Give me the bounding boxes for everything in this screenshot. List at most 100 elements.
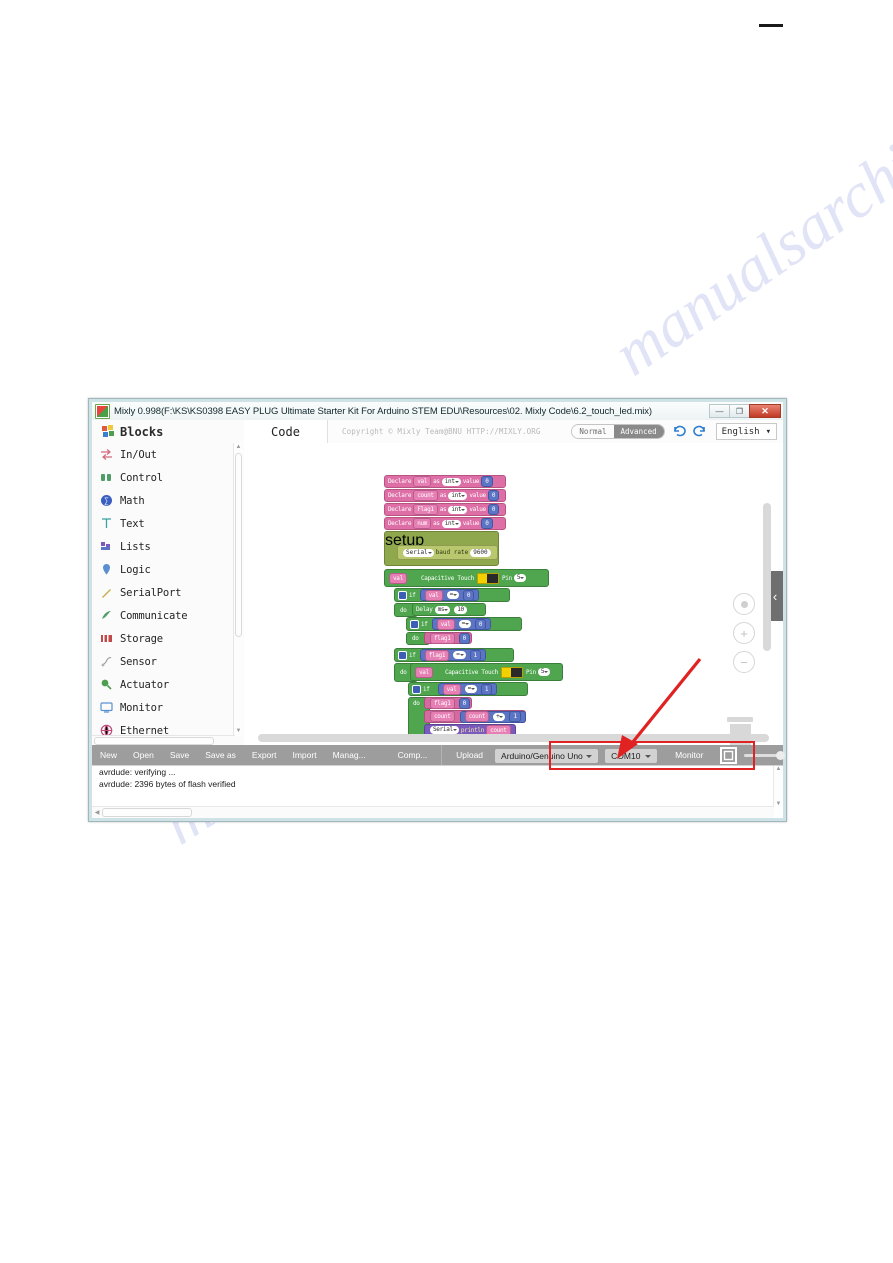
- canvas-vertical-scrollbar[interactable]: [763, 503, 771, 651]
- value-field[interactable]: 0: [487, 490, 500, 501]
- variable-name-field[interactable]: num: [413, 518, 432, 529]
- zoom-in-button[interactable]: +: [733, 622, 755, 644]
- if-block-1[interactable]: if val = 0: [394, 588, 510, 602]
- comparison-block[interactable]: val = 0: [431, 618, 492, 630]
- setup-block[interactable]: setup Serial baud rate 9600: [384, 531, 499, 566]
- mode-toggle[interactable]: Normal Advanced: [571, 424, 665, 439]
- scroll-up-icon[interactable]: ▲: [774, 766, 783, 772]
- close-button[interactable]: ✕: [749, 404, 781, 418]
- comparison-block[interactable]: val = 0: [419, 589, 480, 601]
- gear-icon[interactable]: [410, 619, 419, 629]
- scroll-up-icon[interactable]: ▲: [235, 443, 242, 452]
- pin-dropdown[interactable]: 5: [513, 574, 527, 582]
- manage-button[interactable]: Manag...: [325, 745, 374, 766]
- compile-button[interactable]: Comp...: [390, 745, 436, 766]
- sidebar-item-control[interactable]: Control: [92, 466, 235, 489]
- new-button[interactable]: New: [92, 745, 125, 766]
- right-operand[interactable]: 1: [469, 649, 481, 661]
- value-field[interactable]: 0: [487, 504, 500, 515]
- operator-dropdown[interactable]: =: [446, 591, 459, 599]
- scroll-down-icon[interactable]: ▼: [774, 801, 783, 807]
- variable-name-field[interactable]: Flag1: [413, 504, 438, 515]
- slider-knob[interactable]: [776, 751, 786, 760]
- save-button[interactable]: Save: [162, 745, 197, 766]
- right-operand[interactable]: 1: [480, 683, 493, 695]
- comparison-block[interactable]: val = 1: [437, 683, 498, 695]
- gear-icon[interactable]: [398, 650, 407, 660]
- left-operand[interactable]: val: [436, 618, 455, 630]
- chip-icon[interactable]: [720, 747, 738, 764]
- right-operand[interactable]: 1: [509, 711, 521, 722]
- undo-icon[interactable]: [672, 424, 686, 440]
- delay-value-field[interactable]: 10: [454, 605, 467, 614]
- variable-field[interactable]: flag1: [430, 697, 455, 709]
- center-icon[interactable]: [733, 593, 755, 615]
- tab-code[interactable]: Code: [244, 420, 328, 443]
- declare-block[interactable]: Declare Flag1 as int value 0: [384, 503, 506, 516]
- scrollbar-thumb[interactable]: [102, 808, 192, 817]
- zoom-slider[interactable]: [744, 751, 786, 760]
- gear-icon[interactable]: [398, 590, 407, 600]
- value-field[interactable]: 0: [458, 632, 470, 644]
- set-touch-block-1[interactable]: val Capacitive Touch Pin 5: [384, 569, 549, 587]
- sidebar-item-storage[interactable]: Storage: [92, 627, 235, 650]
- value-field[interactable]: 0: [481, 476, 493, 487]
- set-count-block[interactable]: count count + 1: [424, 710, 526, 723]
- set-flag-block-2[interactable]: flag1 0: [424, 697, 472, 709]
- operator-dropdown[interactable]: =: [458, 620, 471, 628]
- language-selector[interactable]: English ▾: [715, 423, 777, 440]
- sidebar-item-text[interactable]: Text: [92, 512, 235, 535]
- save-as-button[interactable]: Save as: [197, 745, 244, 766]
- sidebar-item-monitor[interactable]: Monitor: [92, 696, 235, 719]
- sidebar-item-serialport[interactable]: SerialPort: [92, 581, 235, 604]
- type-dropdown[interactable]: int: [448, 505, 468, 514]
- blockly-canvas[interactable]: Declare val as int value 0 Declare count…: [244, 443, 783, 745]
- value-field[interactable]: 0: [481, 518, 493, 529]
- set-flag-block-1[interactable]: flag1 0: [424, 632, 472, 644]
- canvas-horizontal-scrollbar[interactable]: [258, 734, 769, 742]
- left-operand[interactable]: val: [442, 683, 461, 695]
- variable-field[interactable]: val: [415, 666, 433, 678]
- right-operand[interactable]: 0: [462, 589, 475, 601]
- baud-rate-field[interactable]: 9600: [470, 548, 491, 557]
- variable-field[interactable]: flag1: [430, 632, 455, 644]
- variable-name-field[interactable]: count: [413, 490, 438, 501]
- variable-field[interactable]: val: [389, 572, 407, 584]
- delay-unit-dropdown[interactable]: ms: [434, 605, 451, 614]
- console-horizontal-scrollbar[interactable]: ◀: [92, 806, 774, 818]
- operator-dropdown[interactable]: =: [453, 651, 466, 659]
- type-dropdown[interactable]: int: [441, 477, 461, 486]
- sidebar-item-logic[interactable]: Logic: [92, 558, 235, 581]
- serial-begin-block[interactable]: Serial baud rate 9600: [397, 545, 498, 560]
- zoom-out-button[interactable]: −: [733, 651, 755, 673]
- value-field[interactable]: 0: [458, 697, 470, 709]
- right-operand[interactable]: 0: [474, 618, 487, 630]
- serial-dropdown[interactable]: Serial: [430, 726, 459, 734]
- serial-dropdown[interactable]: Serial: [403, 548, 434, 557]
- open-button[interactable]: Open: [125, 745, 162, 766]
- mode-option-normal[interactable]: Normal: [572, 425, 614, 438]
- operator-dropdown[interactable]: +: [493, 712, 506, 721]
- gear-icon[interactable]: [412, 684, 421, 694]
- sidebar-item-sensor[interactable]: Sensor: [92, 650, 235, 673]
- comparison-block[interactable]: flag1 = 1: [419, 649, 486, 661]
- monitor-button[interactable]: Monitor: [667, 745, 711, 766]
- declare-block[interactable]: Declare num as int value 0: [384, 517, 506, 530]
- if-block-2[interactable]: if val = 0: [406, 617, 522, 631]
- if-block-3[interactable]: if flag1 = 1: [394, 648, 514, 662]
- if-block-4[interactable]: if val = 1: [408, 682, 528, 696]
- type-dropdown[interactable]: int: [441, 519, 461, 528]
- sidebar-item-math[interactable]: ∑ Math: [92, 489, 235, 512]
- trash-icon[interactable]: [727, 717, 753, 745]
- sidebar-item-communicate[interactable]: Communicate: [92, 604, 235, 627]
- declare-block[interactable]: Declare count as int value 0: [384, 489, 506, 502]
- variable-name-field[interactable]: val: [413, 476, 432, 487]
- minimize-button[interactable]: —: [709, 404, 730, 418]
- math-add-block[interactable]: count + 1: [459, 710, 526, 723]
- board-selector[interactable]: Arduino/Genuino Uno: [495, 748, 599, 763]
- sidebar-item-ethernet[interactable]: Ethernet: [92, 719, 235, 736]
- type-dropdown[interactable]: int: [448, 491, 468, 500]
- sidebar-item-actuator[interactable]: Actuator: [92, 673, 235, 696]
- sidebar-item-in-out[interactable]: In/Out: [92, 443, 235, 466]
- console-vertical-scrollbar[interactable]: ▲ ▼: [773, 766, 783, 807]
